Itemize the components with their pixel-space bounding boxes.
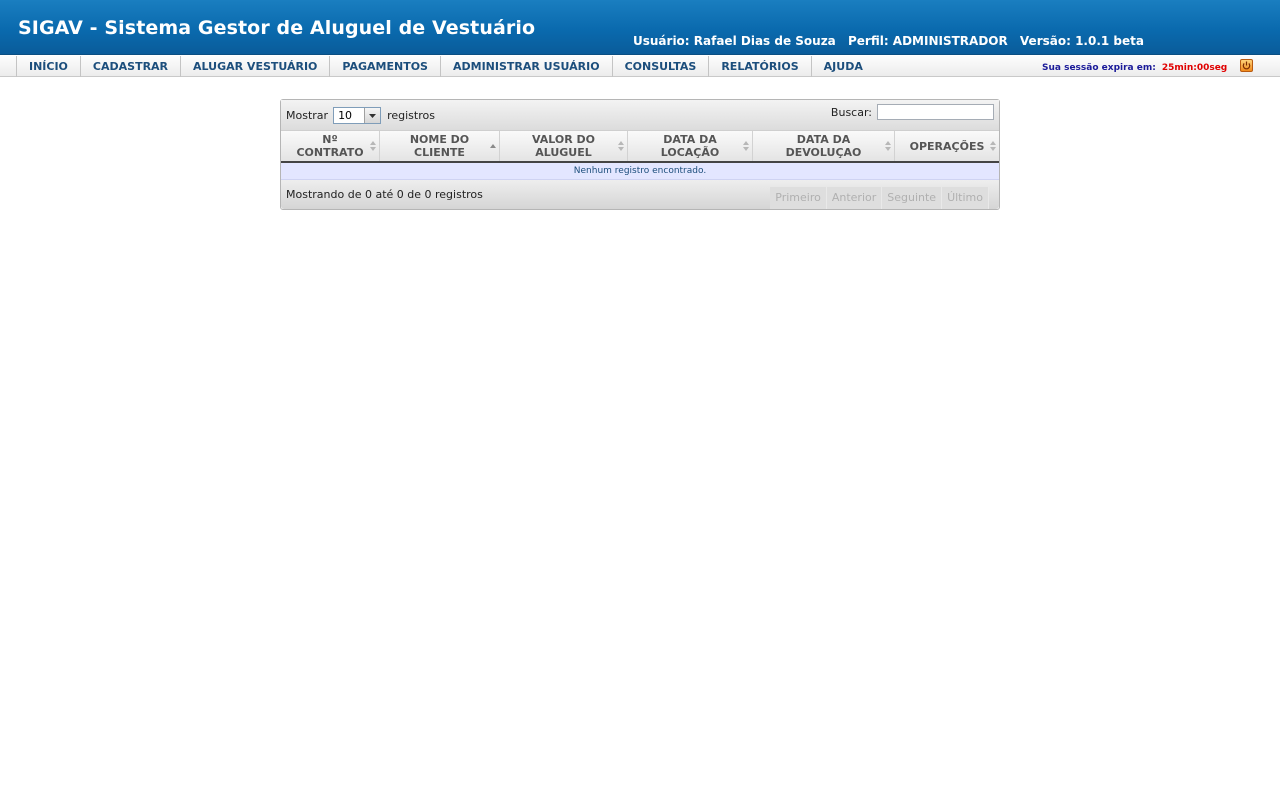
table-footer: Mostrando de 0 até 0 de 0 registros Prim… bbox=[281, 180, 999, 209]
column-header-contrato[interactable]: Nº CONTRATO bbox=[281, 131, 380, 161]
sort-both-icon bbox=[885, 141, 891, 151]
user-name: Usuário: Rafael Dias de Souza bbox=[633, 34, 836, 48]
pagination-last-button[interactable]: Último bbox=[942, 187, 989, 209]
pagination: Primeiro Anterior Seguinte Último bbox=[770, 187, 989, 209]
session-time: 25min:00seg bbox=[1161, 63, 1228, 73]
sort-both-icon bbox=[370, 141, 376, 151]
table-toolbar: Mostrar 10 registros Buscar: bbox=[281, 100, 999, 131]
column-header-line: NOME DO bbox=[409, 133, 470, 146]
sort-both-icon bbox=[743, 141, 749, 151]
main-menu: INÍCIO CADASTRAR ALUGAR VESTUÁRIO PAGAME… bbox=[16, 56, 875, 77]
chevron-down-icon[interactable] bbox=[364, 108, 381, 123]
table-info: Mostrando de 0 até 0 de 0 registros bbox=[286, 188, 483, 201]
main-menu-bar: INÍCIO CADASTRAR ALUGAR VESTUÁRIO PAGAME… bbox=[0, 56, 1280, 77]
column-header-line: LOCAÇÃO bbox=[660, 146, 720, 159]
column-header-line: DEVOLUÇAO bbox=[785, 146, 862, 159]
pagination-next-button[interactable]: Seguinte bbox=[882, 187, 943, 209]
table-header: Nº CONTRATO NOME DO CLIENTE VALOR DO ALUGUE… bbox=[281, 131, 999, 163]
search-control: Buscar: bbox=[831, 104, 994, 120]
menu-item-ajuda[interactable]: AJUDA bbox=[810, 56, 875, 77]
column-header-line: ALUGUEL bbox=[535, 146, 592, 159]
page-length-control: Mostrar 10 registros bbox=[286, 107, 435, 124]
column-header-devolucao[interactable]: DATA DA DEVOLUÇAO bbox=[753, 131, 895, 161]
app-title: SIGAV - Sistema Gestor de Aluguel de Ves… bbox=[18, 17, 536, 39]
sort-both-icon bbox=[990, 141, 996, 151]
column-header-locacao[interactable]: DATA DA LOCAÇÃO bbox=[628, 131, 753, 161]
length-suffix: registros bbox=[387, 109, 435, 122]
column-header-line: OPERAÇÕES bbox=[909, 139, 985, 153]
menu-item-alugar-vestuario[interactable]: ALUGAR VESTUÁRIO bbox=[180, 56, 329, 77]
column-header-operacoes[interactable]: OPERAÇÕES bbox=[895, 131, 999, 161]
menu-item-administrar-usuario[interactable]: ADMINISTRAR USUÁRIO bbox=[439, 56, 612, 77]
page-length-select[interactable]: 10 bbox=[333, 107, 382, 124]
page-length-value: 10 bbox=[338, 109, 353, 122]
menu-item-cadastrar[interactable]: CADASTRAR bbox=[79, 56, 180, 77]
session-timer: Sua sessão expira em: 25min:00seg bbox=[1042, 63, 1227, 73]
column-header-cliente[interactable]: NOME DO CLIENTE bbox=[380, 131, 500, 161]
empty-table-message: Nenhum registro encontrado. bbox=[281, 163, 999, 180]
pagination-previous-button[interactable]: Anterior bbox=[826, 187, 883, 209]
column-header-line: DATA DA bbox=[663, 133, 717, 146]
app-version: Versão: 1.0.1 beta bbox=[1019, 34, 1144, 48]
search-input[interactable] bbox=[877, 104, 994, 120]
pagination-first-button[interactable]: Primeiro bbox=[770, 187, 827, 209]
power-icon[interactable] bbox=[1240, 59, 1253, 72]
column-header-line: CLIENTE bbox=[414, 146, 465, 159]
menu-item-pagamentos[interactable]: PAGAMENTOS bbox=[329, 56, 440, 77]
sort-both-icon bbox=[618, 141, 624, 151]
column-header-line: VALOR DO bbox=[531, 133, 596, 146]
menu-item-consultas[interactable]: CONSULTAS bbox=[611, 56, 709, 77]
menu-item-relatorios[interactable]: RELATÓRIOS bbox=[708, 56, 810, 77]
length-prefix: Mostrar bbox=[286, 109, 329, 122]
user-profile: Perfil: ADMINISTRADOR bbox=[847, 34, 1008, 48]
contracts-table-panel: Mostrar 10 registros Buscar: Nº CONTRATO … bbox=[280, 99, 1000, 210]
column-header-line: DATA DA bbox=[796, 133, 851, 146]
menu-item-inicio[interactable]: INÍCIO bbox=[16, 56, 80, 77]
sort-asc-icon bbox=[490, 144, 496, 148]
session-label: Sua sessão expira em: bbox=[1042, 63, 1156, 73]
column-header-valor[interactable]: VALOR DO ALUGUEL bbox=[500, 131, 628, 161]
search-label: Buscar: bbox=[830, 105, 872, 119]
column-header-line: CONTRATO bbox=[296, 146, 364, 159]
app-header: SIGAV - Sistema Gestor de Aluguel de Ves… bbox=[0, 0, 1280, 55]
user-info: Usuário: Rafael Dias de Souza Perfil: AD… bbox=[633, 34, 1152, 48]
column-header-line: Nº bbox=[322, 133, 338, 146]
